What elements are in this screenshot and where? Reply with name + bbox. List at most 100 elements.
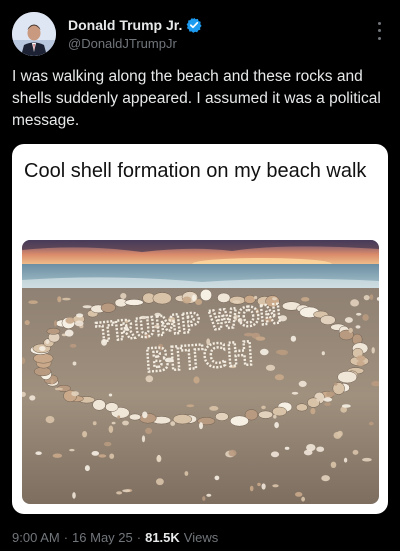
post-time[interactable]: 9:00 AM	[12, 530, 60, 545]
shell	[105, 402, 119, 412]
author-display-name[interactable]: Donald Trump Jr.	[68, 17, 182, 33]
pebble	[341, 404, 351, 408]
pebble	[186, 404, 195, 408]
pebble	[209, 406, 219, 411]
pebble	[182, 296, 192, 304]
pebble	[145, 427, 153, 434]
shell	[124, 299, 144, 306]
pebble	[24, 320, 30, 326]
shell-text-line-2: BITCH	[144, 334, 255, 379]
pebble	[261, 483, 266, 490]
pebble	[65, 317, 75, 324]
pebble	[214, 475, 220, 481]
avatar[interactable]	[12, 12, 56, 56]
pebble	[156, 478, 164, 486]
pebble	[64, 329, 74, 337]
pebble	[254, 295, 258, 300]
more-options-icon[interactable]	[374, 20, 384, 42]
pebble	[310, 407, 316, 415]
pebble	[362, 457, 372, 462]
pebble	[330, 461, 337, 468]
pebble	[72, 492, 76, 499]
pebble	[82, 305, 92, 309]
pebble	[363, 295, 370, 301]
shell	[46, 327, 61, 335]
pebble	[120, 293, 127, 299]
shell	[33, 353, 54, 364]
pebble	[111, 421, 116, 425]
pebble	[270, 451, 280, 458]
pebble	[39, 346, 46, 352]
post-date[interactable]: 16 May 25	[72, 530, 133, 545]
pebble	[141, 435, 146, 443]
pebble	[69, 343, 77, 348]
pebble	[275, 349, 286, 355]
pebble	[76, 313, 84, 318]
pebble	[199, 422, 203, 430]
pebble	[71, 391, 79, 397]
pebble	[156, 455, 162, 463]
pebble	[352, 449, 359, 455]
pebble	[356, 312, 362, 316]
pebble	[193, 376, 200, 384]
pebble	[84, 465, 90, 472]
shell	[217, 292, 231, 303]
shell	[295, 403, 308, 412]
pebble	[35, 451, 42, 455]
shell	[272, 406, 287, 417]
pebble	[116, 491, 123, 495]
pebble	[356, 360, 365, 367]
pebble	[45, 416, 55, 424]
pebble	[274, 374, 284, 381]
pebble	[321, 475, 330, 482]
verified-badge-icon	[186, 17, 202, 33]
pebble	[298, 380, 307, 387]
pebble	[206, 493, 212, 497]
pebble	[301, 496, 305, 502]
author-info: Donald Trump Jr. @DonaldJTrumpJr	[68, 16, 202, 51]
pebble	[295, 492, 303, 497]
pebble	[117, 415, 121, 419]
pebble	[91, 451, 100, 456]
pebble	[324, 402, 331, 406]
pebble	[192, 294, 197, 302]
pebble	[29, 395, 36, 401]
author-handle[interactable]: @DonaldJTrumpJr	[68, 36, 202, 51]
pebble	[350, 299, 359, 307]
shell	[139, 412, 157, 424]
pebble	[265, 364, 276, 371]
shell	[215, 412, 229, 421]
tweet-meta: 9:00 AM · 16 May 25 · 81.5K Views	[12, 528, 218, 546]
pebble	[348, 327, 353, 333]
pebble	[261, 405, 266, 410]
pebble	[249, 485, 254, 492]
pebble	[122, 489, 131, 493]
pebble	[333, 431, 342, 439]
pebble	[69, 448, 75, 452]
pebble	[170, 421, 176, 426]
pebble	[28, 300, 38, 304]
tweet-header: Donald Trump Jr. @DonaldJTrumpJr	[12, 12, 388, 56]
shell	[152, 292, 172, 305]
pebble	[202, 496, 206, 501]
pebble	[306, 444, 316, 452]
pebble	[326, 391, 335, 397]
embedded-image-card[interactable]: Cool shell formation on my beach walk TR…	[12, 144, 388, 514]
pebble	[62, 297, 71, 301]
pebble	[45, 339, 50, 344]
pebble	[301, 297, 310, 302]
pebble	[321, 351, 325, 356]
pebble	[82, 431, 88, 438]
pebble	[52, 453, 63, 458]
pebble	[257, 482, 261, 487]
beach-shell-photo[interactable]: TRUMP WON BITCH	[22, 240, 379, 504]
pebble	[284, 446, 290, 450]
tweet-text: I was walking along the beach and these …	[12, 68, 381, 129]
pebble	[72, 361, 77, 366]
pebble	[108, 425, 114, 433]
pebble	[290, 335, 297, 342]
pebble	[122, 420, 129, 426]
pebble	[316, 446, 325, 452]
pebble	[255, 336, 266, 341]
pebble	[109, 453, 115, 459]
